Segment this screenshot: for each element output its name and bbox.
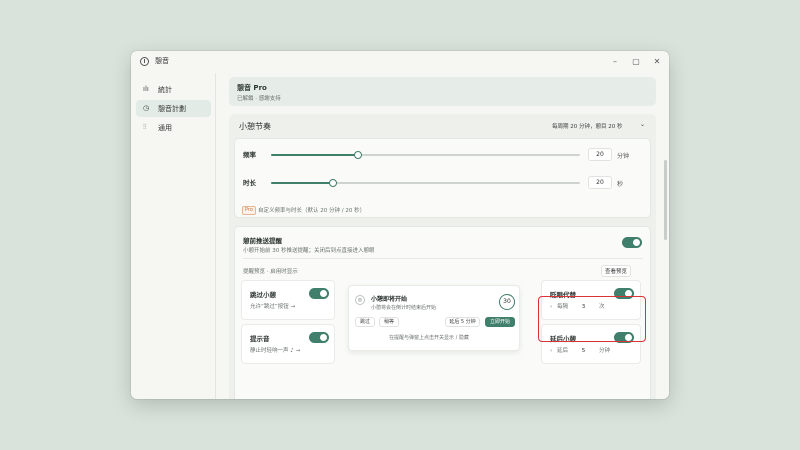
frequency-knob[interactable] xyxy=(353,151,362,159)
postpone-value[interactable]: 5 xyxy=(582,348,586,354)
app-logo-icon xyxy=(140,57,149,66)
sidebar-item-label: 通用 xyxy=(158,124,172,132)
duration-unit: 秒 xyxy=(617,181,624,188)
postpone-unit: 分钟 xyxy=(598,348,610,354)
minimize-icon[interactable]: – xyxy=(609,56,621,68)
scrollbar[interactable] xyxy=(664,160,667,240)
eye-icon: ◎ xyxy=(355,295,365,305)
skip-card: 跳过小憩 允许“跳过”按钮 → xyxy=(241,280,335,320)
rhythm-section: 小憩节奏 每周期 20 分钟，憩目 20 秒 ⌄ 频率 20 分钟 时长 20 … xyxy=(229,114,656,399)
popup-desc: 小憩将会在倒计时结束后开始 xyxy=(371,305,437,311)
sidebar-item-stats[interactable]: ılı 統計 xyxy=(136,81,211,98)
close-icon[interactable]: ✕ xyxy=(651,56,663,68)
sidebar: ılı 統計 ◷ 憩音計劃 ⫶⫶ 通用 xyxy=(131,73,216,399)
bar-chart-icon: ılı xyxy=(143,85,149,93)
duration-fill xyxy=(271,182,333,184)
sidebar-item-general[interactable]: ⫶⫶ 通用 xyxy=(136,119,211,136)
chevron-down-icon[interactable]: ⌄ xyxy=(640,121,645,128)
skip-toggle[interactable] xyxy=(309,288,329,299)
maximize-icon[interactable]: ▢ xyxy=(630,56,642,68)
sliders-icon: ⫶⫶ xyxy=(143,123,147,131)
sidebar-item-label: 統計 xyxy=(158,86,172,94)
postpone-row: ‹ 延后 5 分钟 xyxy=(550,346,610,354)
frequency-unit: 分钟 xyxy=(617,153,630,160)
preview-caption: 提醒预览 · 启用时显示 xyxy=(243,269,298,275)
sidebar-item-plan[interactable]: ◷ 憩音計劃 xyxy=(136,100,211,117)
duration-knob[interactable] xyxy=(328,179,337,187)
duration-slider[interactable] xyxy=(271,179,580,187)
duration-label: 时长 xyxy=(243,179,256,187)
sound-toggle[interactable] xyxy=(309,332,329,343)
frequency-label: 频率 xyxy=(243,151,256,159)
frequency-slider[interactable] xyxy=(271,151,580,159)
popup-footer: 在提醒与弹窗上点击开关显示 / 隐藏 xyxy=(389,335,469,341)
skip-desc[interactable]: 允许“跳过”按钮 → xyxy=(250,302,295,310)
banner-title: 憩音 Pro xyxy=(237,84,267,92)
sound-desc[interactable]: 静止时轻响一声 ♪ → xyxy=(250,346,300,354)
rhythm-summary: 每周期 20 分钟，憩目 20 秒 xyxy=(552,124,623,130)
window-title: 憩音 xyxy=(155,57,169,65)
advance-desc: 小憩开始前 30 秒推送提醒；关闭后到点直接进入憩眼 xyxy=(243,248,375,254)
advance-title: 憩前推送提醒 xyxy=(243,237,282,245)
frequency-fill xyxy=(271,154,358,156)
sound-card: 提示音 静止时轻响一声 ♪ → xyxy=(241,324,335,364)
countdown-ring: 30 xyxy=(499,294,515,310)
skip-title: 跳过小憩 xyxy=(250,291,276,299)
pro-note: 自定义频率与时长（默认 20 分钟 / 20 秒） xyxy=(258,208,366,214)
minus-icon[interactable]: ‹ xyxy=(550,348,552,354)
pro-badge: Pro xyxy=(242,206,256,215)
main-content: 憩音 Pro 已解鎖 · 感謝支持 小憩节奏 每周期 20 分钟，憩目 20 秒… xyxy=(223,73,663,399)
preview-button[interactable]: 查看预览 xyxy=(601,265,632,277)
reminder-preview-popup: ◎ 小憩即将开始 小憩将会在倒计时结束后开始 30 跳过 稍等 延后 5 分钟 … xyxy=(348,285,520,351)
sidebar-item-label: 憩音計劃 xyxy=(158,105,186,113)
section-title: 小憩节奏 xyxy=(239,122,271,131)
banner-subtitle: 已解鎖 · 感謝支持 xyxy=(237,96,281,102)
postpone-prefix: 延后 xyxy=(556,348,568,354)
pro-banner: 憩音 Pro 已解鎖 · 感謝支持 xyxy=(229,77,656,106)
rhythm-sliders-card: 频率 20 分钟 时长 20 秒 Pro 自定义频率与时长（默认 20 分钟 /… xyxy=(234,138,651,218)
popup-start-button[interactable]: 立即开始 xyxy=(485,317,515,327)
popup-skip-button[interactable]: 跳过 xyxy=(355,317,375,327)
popup-snooze-button[interactable]: 稍等 xyxy=(379,317,399,327)
frequency-input[interactable]: 20 xyxy=(588,148,612,161)
clock-icon: ◷ xyxy=(143,104,150,112)
popup-delay-button[interactable]: 延后 5 分钟 xyxy=(445,317,480,327)
divider xyxy=(243,258,643,259)
app-window: 憩音 – ▢ ✕ ılı 統計 ◷ 憩音計劃 ⫶⫶ 通用 憩音 Pro 已解鎖 … xyxy=(131,51,669,399)
sound-title: 提示音 xyxy=(250,335,270,343)
title-bar: 憩音 – ▢ ✕ xyxy=(131,51,669,73)
duration-input[interactable]: 20 xyxy=(588,176,612,189)
advance-toggle[interactable] xyxy=(622,237,642,248)
popup-title: 小憩即将开始 xyxy=(371,296,408,303)
highlight-box xyxy=(538,296,646,342)
